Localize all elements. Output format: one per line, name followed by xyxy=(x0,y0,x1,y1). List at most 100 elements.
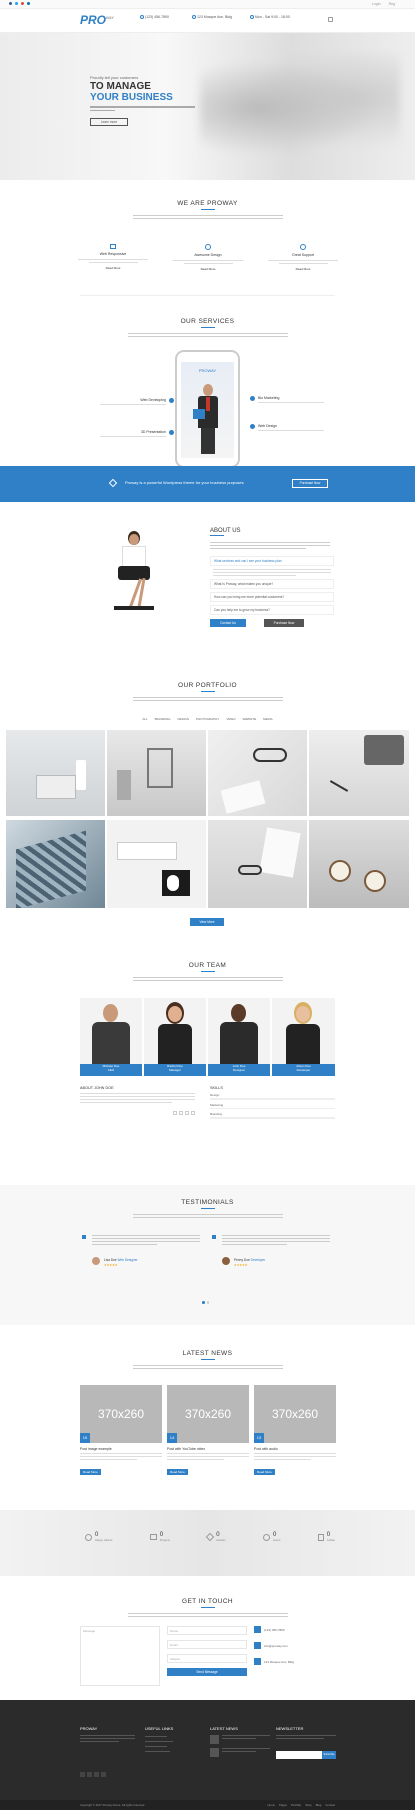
team-member[interactable]: John Doe Designer xyxy=(208,998,270,1076)
accordion-item[interactable]: How can you bring me more potential cust… xyxy=(210,592,334,602)
title-divider xyxy=(200,1607,215,1608)
hero-text xyxy=(90,106,195,111)
contact-text xyxy=(127,1613,288,1617)
filter-media[interactable]: MEDIA xyxy=(263,717,273,721)
avatar xyxy=(92,1257,100,1265)
footer-menu-item[interactable]: Home xyxy=(268,1803,275,1807)
header-phone: (123) 456-7890 xyxy=(140,15,169,20)
counter-item: 0 Awards xyxy=(206,1532,226,1542)
name-field[interactable]: Name xyxy=(167,1626,247,1635)
filter-website[interactable]: WEBSITE xyxy=(243,717,257,721)
read-more-button[interactable]: Read More xyxy=(254,1469,275,1475)
filter-design[interactable]: DESIGN xyxy=(178,717,190,721)
title-divider xyxy=(200,327,215,328)
news-text xyxy=(132,1365,283,1369)
google-icon[interactable] xyxy=(94,1772,99,1777)
post-image[interactable]: 370x260 xyxy=(167,1385,249,1443)
member-tag: John Doe Designer xyxy=(208,1064,270,1076)
portfolio-item[interactable] xyxy=(107,820,206,908)
team-grid: Michael Doe CEO Rachel Doe Manager John Do… xyxy=(80,998,335,1076)
clock-icon xyxy=(250,15,254,20)
footer-menu-item[interactable]: Contact xyxy=(325,1803,335,1807)
twitter-icon[interactable] xyxy=(15,2,18,5)
cart-icon[interactable] xyxy=(328,17,333,22)
team-member[interactable]: Rachel Doe Manager xyxy=(144,998,206,1076)
read-more-button[interactable]: Read More xyxy=(80,1469,101,1475)
we-are-text xyxy=(132,215,283,219)
phone-icon xyxy=(140,15,144,20)
footer-menu-item[interactable]: Blog xyxy=(316,1803,322,1807)
portfolio-item[interactable] xyxy=(6,820,105,908)
twitter-icon[interactable] xyxy=(179,1111,183,1115)
footer-col-newsletter: NEWSLETTER Subscribe xyxy=(276,1726,336,1759)
clock-icon xyxy=(262,1533,270,1541)
phone-mockup: PROWAY xyxy=(175,350,240,468)
footer-menu-item[interactable]: Pages xyxy=(279,1803,287,1807)
twitter-icon[interactable] xyxy=(87,1772,92,1777)
portfolio-item[interactable] xyxy=(107,730,206,816)
portfolio-item[interactable] xyxy=(309,820,409,908)
filter-video[interactable]: VIDEO xyxy=(226,717,235,721)
service-3d-presentation: 3D Presentation xyxy=(100,430,174,437)
register-link[interactable]: Reg xyxy=(389,2,395,6)
contact-us-button[interactable]: Contact Us xyxy=(210,619,246,627)
portfolio-item[interactable] xyxy=(208,820,307,908)
carousel-dot[interactable] xyxy=(206,1301,209,1304)
footer-menu-item[interactable]: Shop xyxy=(305,1803,312,1807)
facebook-icon[interactable] xyxy=(9,2,12,5)
login-link[interactable]: Login xyxy=(372,2,381,6)
member-tag: Michael Doe CEO xyxy=(80,1064,142,1076)
read-more-button[interactable]: Read More xyxy=(167,1469,188,1475)
facebook-icon[interactable] xyxy=(80,1772,85,1777)
filter-photography[interactable]: PHOTOGRAPHY xyxy=(196,717,219,721)
location-icon xyxy=(192,15,196,20)
portfolio-item[interactable] xyxy=(309,730,409,816)
hero-button[interactable]: Learn more xyxy=(90,118,128,126)
carousel-dot[interactable] xyxy=(202,1301,205,1304)
google-icon[interactable] xyxy=(21,2,24,5)
read-more-link[interactable]: Read More xyxy=(173,267,243,271)
send-message-button[interactable]: Send Message xyxy=(167,1668,247,1676)
about-section: ABOUT US What services and can I see you… xyxy=(0,502,415,642)
linkedin-icon[interactable] xyxy=(101,1772,106,1777)
team-title: OUR TEAM xyxy=(188,962,227,969)
logo[interactable]: PROWAY xyxy=(80,13,114,27)
footer-social xyxy=(80,1772,135,1777)
google-icon[interactable] xyxy=(191,1111,195,1115)
facebook-icon[interactable] xyxy=(173,1111,177,1115)
portfolio-item[interactable] xyxy=(208,730,307,816)
read-more-link[interactable]: Read More xyxy=(268,267,338,271)
accordion-item[interactable]: Can you help me to grow my business? xyxy=(210,605,334,615)
footer-bottom: Copyright © 2017 Proway theme. All right… xyxy=(0,1800,415,1810)
newsletter-input[interactable]: Subscribe xyxy=(276,1751,336,1759)
post-image[interactable]: 370x260 xyxy=(254,1385,336,1443)
filter-all[interactable]: ALL xyxy=(142,717,147,721)
portfolio-title: OUR PORTFOLIO xyxy=(178,682,237,689)
view-more-button[interactable]: View More xyxy=(190,918,224,926)
we-are-section: WE ARE PROWAY Web Responsive Read More A… xyxy=(0,200,415,300)
filter-branding[interactable]: BRANDING xyxy=(155,717,171,721)
subject-field[interactable]: Subject xyxy=(167,1654,247,1663)
post-date: 15 xyxy=(80,1433,90,1443)
counter-item: 0 Coffee xyxy=(317,1532,335,1542)
accordion-item[interactable]: What Is Proway, what makes you unique? xyxy=(210,579,334,589)
linkedin-icon[interactable] xyxy=(185,1111,189,1115)
read-more-link[interactable]: Read More xyxy=(78,266,148,270)
copyright: Copyright © 2017 Proway theme. All right… xyxy=(80,1803,145,1807)
team-member[interactable]: Michael Doe CEO xyxy=(80,998,142,1076)
linkedin-icon[interactable] xyxy=(27,2,30,5)
portfolio-item[interactable] xyxy=(6,730,105,816)
subscribe-button[interactable]: Subscribe xyxy=(322,1751,336,1759)
services-section: OUR SERVICES PROWAY Web Developing 3D Pr… xyxy=(0,318,415,468)
quote-icon xyxy=(212,1235,216,1239)
message-textarea[interactable]: Message xyxy=(80,1626,160,1686)
post-image[interactable]: 370x260 xyxy=(80,1385,162,1443)
accordion-item[interactable]: What services and can I see your busines… xyxy=(210,556,334,566)
team-member[interactable]: Alison Doe Developer xyxy=(272,998,335,1076)
about-purchase-button[interactable]: Purchase Now xyxy=(264,619,304,627)
email-field[interactable]: Email xyxy=(167,1640,247,1649)
service-web-design: Web Design xyxy=(250,424,324,431)
footer-menu-item[interactable]: Portfolio xyxy=(291,1803,301,1807)
header-address: 123 Mosque Ave, Bldg xyxy=(192,15,232,20)
purchase-now-button[interactable]: Purchase Now xyxy=(292,479,328,488)
